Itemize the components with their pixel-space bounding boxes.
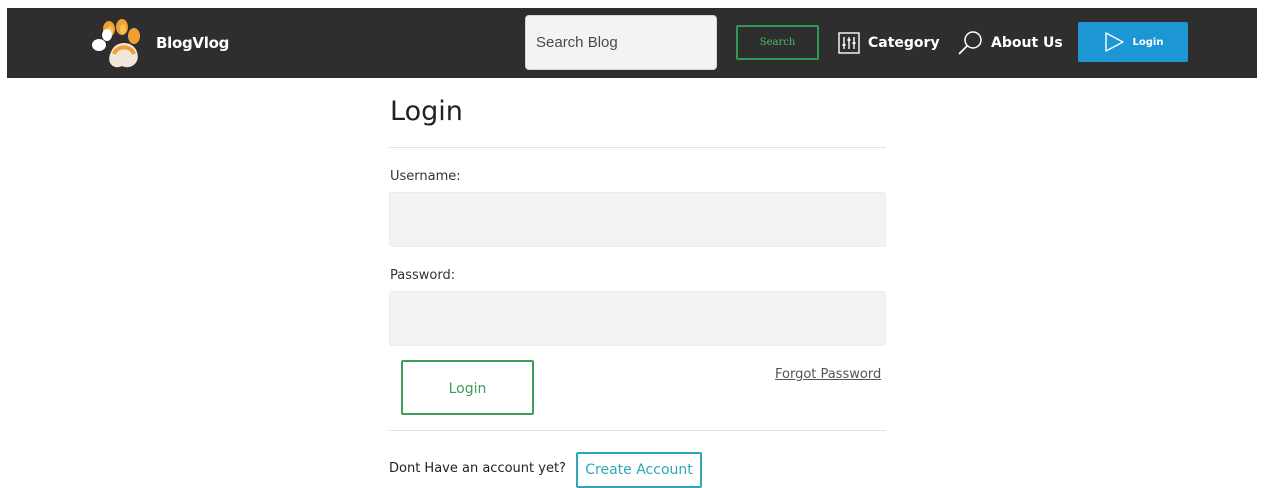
paw-logo-icon[interactable] [89,14,145,72]
brand-name[interactable]: BlogVlog [156,34,229,52]
page-title: Login [390,96,463,127]
nav-category-label: Category [868,35,940,51]
search-button[interactable]: Search [736,25,819,60]
nav-about-label: About Us [991,35,1063,51]
search-input[interactable] [526,16,716,69]
no-account-text: Dont Have an account yet? [389,461,566,476]
top-navbar: BlogVlog Search Category About Us [7,8,1257,78]
password-label: Password: [390,268,456,283]
nav-login-label: Login [1132,36,1164,48]
login-submit-button[interactable]: Login [401,360,534,415]
form-divider [389,430,886,431]
forgot-password-link[interactable]: Forgot Password [775,367,881,382]
username-input[interactable] [390,193,885,246]
password-field[interactable] [389,291,886,346]
sliders-icon [838,32,860,54]
nav-login-button[interactable]: Login [1078,22,1188,62]
username-label: Username: [390,169,461,184]
password-input[interactable] [390,292,885,345]
play-outline-icon [1103,31,1125,53]
create-account-button[interactable]: Create Account [576,452,702,488]
nav-about-us[interactable]: About Us [957,26,1063,60]
nav-category[interactable]: Category [838,26,940,60]
username-field[interactable] [389,192,886,247]
search-field[interactable] [525,15,717,70]
title-divider [389,147,886,148]
magnifier-icon [957,30,983,56]
